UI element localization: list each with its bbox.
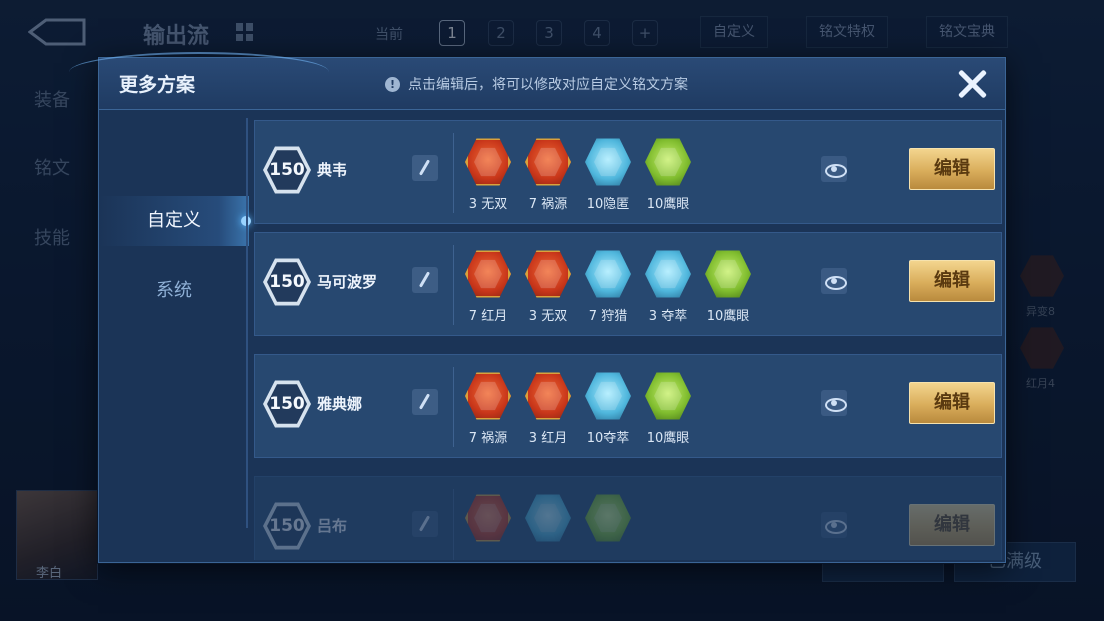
blue-rune-icon — [525, 494, 571, 542]
modal-header: 更多方案 ! 点击编辑后，将可以修改对应自定义铭文方案 — [69, 52, 1005, 110]
plan-name: 雅典娜 — [317, 395, 363, 413]
blue-rune-icon — [645, 250, 691, 298]
rune-item: 10隐匿 — [583, 137, 633, 212]
edit-button[interactable]: 编辑 — [909, 382, 995, 424]
level-badge: 150 — [263, 379, 311, 429]
rune-item: 10夺萃 — [583, 371, 633, 446]
rune-item — [463, 493, 513, 549]
plan-row: 150 马可波罗 7 红月 3 无双 7 狩猎 3 夺萃 10鹰眼 编辑 — [254, 232, 1002, 336]
green-rune-icon — [705, 250, 751, 298]
row-divider — [453, 133, 454, 213]
edit-button[interactable]: 编辑 — [909, 504, 995, 546]
row-divider — [453, 245, 454, 325]
plan-name: 吕布 — [317, 517, 348, 535]
modal-title: 更多方案 — [119, 74, 196, 96]
rune-item: 10鹰眼 — [643, 371, 693, 446]
tab-system[interactable]: 系统 — [99, 266, 249, 316]
rune-list: 7 红月 3 无双 7 狩猎 3 夺萃 10鹰眼 — [463, 249, 753, 324]
red-rune-icon — [465, 138, 511, 186]
info-icon: ! — [385, 76, 400, 92]
rename-pen-icon[interactable] — [412, 267, 438, 293]
level-badge: 150 — [263, 501, 311, 551]
edit-hint: ! 点击编辑后，将可以修改对应自定义铭文方案 — [385, 74, 688, 94]
more-plans-modal: 更多方案 ! 点击编辑后，将可以修改对应自定义铭文方案 自定义 系统 150 典… — [69, 52, 1006, 563]
plan-list[interactable]: 150 典韦 3 无双 7 祸源 10隐匿 10鹰眼 编辑 150 马可波罗 7… — [254, 120, 1004, 560]
level-badge: 150 — [263, 257, 311, 307]
green-rune-icon — [645, 138, 691, 186]
plan-tabs: 自定义 系统 — [99, 110, 251, 562]
rune-item: 3 无双 — [463, 137, 513, 212]
red-rune-icon — [525, 250, 571, 298]
preview-eye-icon[interactable] — [821, 390, 847, 416]
plan-row: 150 吕布 编辑 — [254, 476, 1002, 560]
rune-item: 3 夺萃 — [643, 249, 693, 324]
decorative-swoosh — [69, 52, 329, 92]
green-rune-icon — [645, 372, 691, 420]
tab-custom[interactable]: 自定义 — [99, 196, 251, 246]
plan-name: 典韦 — [317, 161, 348, 179]
red-rune-icon — [525, 138, 571, 186]
rune-item — [523, 493, 573, 549]
rename-pen-icon[interactable] — [412, 389, 438, 415]
red-rune-icon — [465, 372, 511, 420]
rune-list: 3 无双 7 祸源 10隐匿 10鹰眼 — [463, 137, 693, 212]
plan-row: 150 雅典娜 7 祸源 3 红月 10夺萃 10鹰眼 编辑 — [254, 354, 1002, 458]
preview-eye-icon[interactable] — [821, 156, 847, 182]
edit-button[interactable]: 编辑 — [909, 148, 995, 190]
row-divider — [453, 489, 454, 560]
tab-divider — [246, 118, 248, 528]
green-rune-icon — [585, 494, 631, 542]
rune-item: 7 祸源 — [463, 371, 513, 446]
plan-row: 150 典韦 3 无双 7 祸源 10隐匿 10鹰眼 编辑 — [254, 120, 1002, 224]
rune-item: 3 无双 — [523, 249, 573, 324]
rune-item: 10鹰眼 — [703, 249, 753, 324]
row-divider — [453, 367, 454, 447]
edit-button[interactable]: 编辑 — [909, 260, 995, 302]
rune-list — [463, 493, 633, 549]
preview-eye-icon[interactable] — [821, 512, 847, 538]
close-button[interactable] — [954, 66, 990, 102]
rune-list: 7 祸源 3 红月 10夺萃 10鹰眼 — [463, 371, 693, 446]
blue-rune-icon — [585, 372, 631, 420]
rename-pen-icon[interactable] — [412, 155, 438, 181]
blue-rune-icon — [585, 250, 631, 298]
hint-text: 点击编辑后，将可以修改对应自定义铭文方案 — [408, 77, 688, 93]
tab-custom-label: 自定义 — [147, 210, 201, 231]
blue-rune-icon — [585, 138, 631, 186]
rename-pen-icon[interactable] — [412, 511, 438, 537]
rune-item: 7 祸源 — [523, 137, 573, 212]
red-rune-icon — [465, 250, 511, 298]
red-rune-icon — [525, 372, 571, 420]
preview-eye-icon[interactable] — [821, 268, 847, 294]
plan-name: 马可波罗 — [317, 273, 378, 291]
tab-system-label: 系统 — [156, 280, 192, 301]
red-rune-icon — [465, 494, 511, 542]
rune-item: 7 红月 — [463, 249, 513, 324]
rune-item: 10鹰眼 — [643, 137, 693, 212]
rune-item — [583, 493, 633, 549]
rune-item: 3 红月 — [523, 371, 573, 446]
level-badge: 150 — [263, 145, 311, 195]
rune-item: 7 狩猎 — [583, 249, 633, 324]
